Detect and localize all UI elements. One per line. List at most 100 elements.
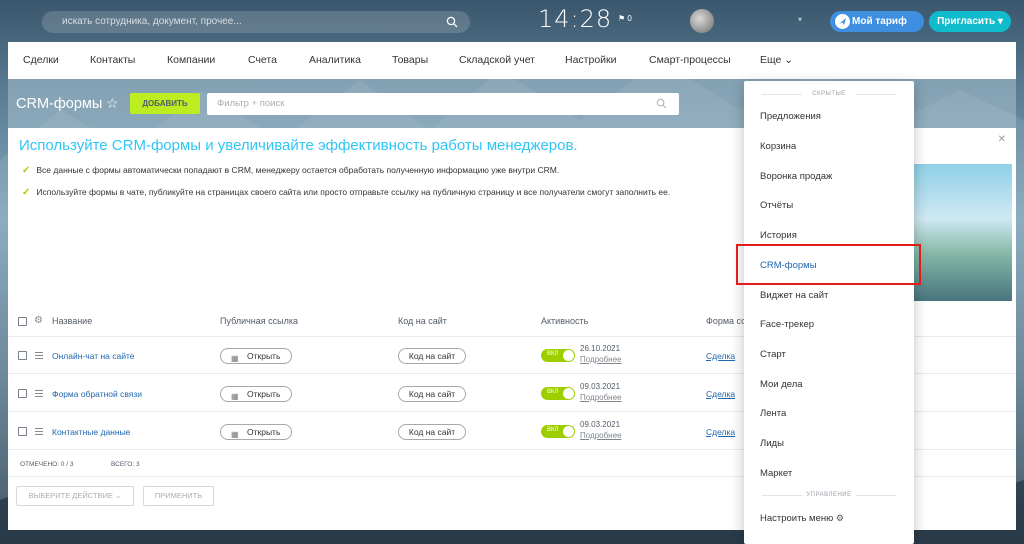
top-bar: искать сотрудника, документ, прочее... 1… — [0, 0, 1024, 42]
activity-date: 09.03.2021 — [580, 420, 621, 429]
more-menu-dropdown: СКРЫТЫЕ Предложения Корзина Воронка прод… — [744, 81, 914, 544]
global-search-input[interactable]: искать сотрудника, документ, прочее... — [42, 11, 470, 33]
deal-link[interactable]: Сделка — [706, 389, 735, 399]
menu-item-face-tracker[interactable]: Face-трекер — [760, 319, 814, 330]
nav-item-deals[interactable]: Сделки — [23, 54, 59, 66]
grid-icon: ▦ — [231, 430, 239, 439]
promo-point: ✓ Все данные с формы автоматически попада… — [22, 165, 559, 176]
search-icon[interactable] — [656, 98, 667, 109]
menu-item-leads[interactable]: Лиды — [760, 438, 784, 449]
toggle-label: ВКЛ — [547, 389, 559, 395]
star-icon[interactable]: ☆ — [106, 95, 119, 112]
details-link[interactable]: Подробнее — [580, 355, 622, 364]
select-action-label: ВЫБЕРИТЕ ДЕЙСТВИЕ — [28, 491, 113, 500]
open-label: Открыть — [247, 351, 281, 361]
menu-item-sales-funnel[interactable]: Воронка продаж — [760, 171, 832, 182]
manage-section-label: УПРАВЛЕНИЕ — [744, 492, 914, 498]
nav-item-analytics[interactable]: Аналитика — [309, 54, 361, 66]
apply-button[interactable]: ПРИМЕНИТЬ — [143, 486, 214, 506]
deal-link[interactable]: Сделка — [706, 427, 735, 437]
menu-item-reports[interactable]: Отчёты — [760, 200, 793, 211]
column-header-form[interactable]: Форма со — [706, 316, 746, 326]
user-avatar[interactable] — [690, 9, 714, 33]
chevron-down-icon[interactable]: ▾ — [798, 15, 802, 24]
nav-item-companies[interactable]: Компании — [167, 54, 215, 66]
open-button[interactable]: ▦ Открыть — [220, 348, 292, 364]
column-header-activity[interactable]: Активность — [541, 316, 588, 326]
nav-item-more[interactable]: Еще ⌄ — [760, 54, 793, 66]
grid-icon: ▦ — [231, 392, 239, 401]
nav-item-products[interactable]: Товары — [392, 54, 428, 66]
configure-menu-item[interactable]: Настроить меню ⚙ — [760, 513, 844, 524]
promo-point-text: Используйте формы в чате, публикуйте на … — [36, 187, 671, 197]
clock[interactable]: 14:28 — [538, 5, 612, 33]
row-checkbox[interactable] — [18, 351, 27, 360]
filter-placeholder: Фильтр + поиск — [217, 98, 285, 109]
form-name-link[interactable]: Форма обратной связи — [52, 389, 142, 399]
activity-toggle[interactable]: ВКЛ — [541, 425, 575, 438]
open-button[interactable]: ▦ Открыть — [220, 386, 292, 402]
code-button[interactable]: Код на сайт — [398, 348, 466, 364]
menu-item-history[interactable]: История — [760, 230, 797, 241]
nav-item-warehouse[interactable]: Складской учет — [459, 54, 535, 66]
configure-menu-label: Настроить меню — [760, 513, 834, 524]
gear-icon[interactable]: ⚙ — [34, 315, 43, 326]
deal-link[interactable]: Сделка — [706, 351, 735, 361]
invite-label: Пригласить — [937, 16, 996, 27]
code-button[interactable]: Код на сайт — [398, 424, 466, 440]
nav-more-label: Еще — [760, 54, 782, 66]
nav-item-smart-processes[interactable]: Смарт-процессы — [649, 54, 731, 66]
invite-button[interactable]: Пригласить ▾ — [929, 11, 1011, 32]
my-tariff-label: Мой тариф — [852, 16, 907, 27]
column-header-public-link[interactable]: Публичная ссылка — [220, 316, 298, 326]
promo-point: ✓ Используйте формы в чате, публикуйте на… — [22, 187, 670, 198]
nav-item-contacts[interactable]: Контакты — [90, 54, 135, 66]
grid-icon: ▦ — [231, 354, 239, 363]
form-name-link[interactable]: Контактные данные — [52, 427, 130, 437]
drag-handle-icon[interactable] — [35, 352, 43, 359]
total-count: ВСЕГО: 3 — [111, 461, 140, 468]
flag-count: 0 — [627, 14, 632, 23]
select-all-checkbox[interactable] — [18, 317, 27, 326]
open-label: Открыть — [247, 389, 281, 399]
highlight-box — [736, 244, 921, 285]
select-action-dropdown[interactable]: ВЫБЕРИТЕ ДЕЙСТВИЕ ⌄ — [16, 486, 134, 506]
column-header-code[interactable]: Код на сайт — [398, 316, 447, 326]
row-checkbox[interactable] — [18, 427, 27, 436]
open-button[interactable]: ▦ Открыть — [220, 424, 292, 440]
menu-item-cart[interactable]: Корзина — [760, 141, 796, 152]
menu-item-start[interactable]: Старт — [760, 349, 786, 360]
menu-item-feed[interactable]: Лента — [760, 408, 786, 419]
menu-item-market[interactable]: Маркет — [760, 468, 792, 479]
global-search-placeholder: искать сотрудника, документ, прочее... — [62, 16, 242, 27]
menu-item-offers[interactable]: Предложения — [760, 111, 821, 122]
row-checkbox[interactable] — [18, 389, 27, 398]
form-name-link[interactable]: Онлайн-чат на сайте — [52, 351, 135, 361]
promo-point-text: Все данные с формы автоматически попадаю… — [36, 165, 560, 175]
menu-item-site-widget[interactable]: Виджет на сайт — [760, 290, 828, 301]
flag-counter[interactable]: ⚑ 0 — [618, 14, 632, 23]
close-icon[interactable]: ✕ — [998, 134, 1006, 145]
nav-item-invoices[interactable]: Счета — [248, 54, 277, 66]
drag-handle-icon[interactable] — [35, 428, 43, 435]
nav-item-settings[interactable]: Настройки — [565, 54, 617, 66]
column-header-name[interactable]: Название — [52, 316, 92, 326]
filter-search-input[interactable]: Фильтр + поиск — [207, 93, 679, 115]
my-tariff-button[interactable]: Мой тариф — [830, 11, 924, 32]
chevron-down-icon: ⌄ — [115, 491, 122, 500]
details-link[interactable]: Подробнее — [580, 393, 622, 402]
toggle-label: ВКЛ — [547, 427, 559, 433]
activity-toggle[interactable]: ВКЛ — [541, 387, 575, 400]
code-button[interactable]: Код на сайт — [398, 386, 466, 402]
menu-item-my-tasks[interactable]: Мои дела — [760, 379, 803, 390]
marked-count: ОТМЕЧЕНО: 0 / 3 — [20, 461, 74, 468]
check-icon: ✓ — [22, 165, 31, 176]
chevron-down-icon: ⌄ — [784, 54, 794, 66]
open-label: Открыть — [247, 427, 281, 437]
add-button[interactable]: ДОБАВИТЬ — [130, 93, 200, 114]
details-link[interactable]: Подробнее — [580, 431, 622, 440]
activity-toggle[interactable]: ВКЛ — [541, 349, 575, 362]
search-icon[interactable] — [446, 16, 458, 28]
gear-icon: ⚙ — [835, 513, 844, 523]
drag-handle-icon[interactable] — [35, 390, 43, 397]
